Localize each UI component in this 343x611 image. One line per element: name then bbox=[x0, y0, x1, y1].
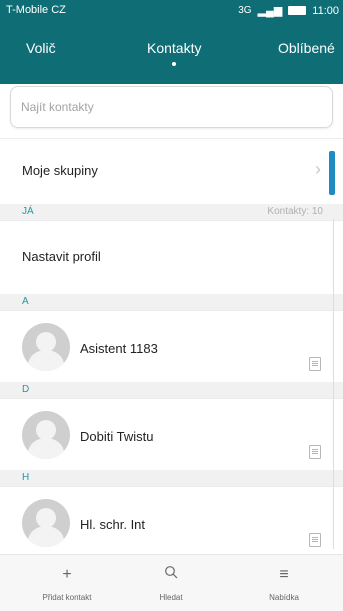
avatar-icon bbox=[22, 499, 70, 547]
sim-card-icon bbox=[309, 533, 321, 547]
section-header-h: H bbox=[0, 470, 343, 486]
search-label: Hledat bbox=[159, 593, 183, 602]
avatar-icon bbox=[22, 323, 70, 371]
my-groups-label: Moje skupiny bbox=[22, 163, 98, 178]
carrier-label: T-Mobile CZ bbox=[6, 4, 66, 16]
my-groups-row[interactable]: Moje skupiny › bbox=[0, 138, 343, 201]
contact-name: Hl. schr. Int bbox=[80, 517, 146, 532]
section-header-d: D bbox=[0, 382, 343, 398]
menu-icon: ≡ bbox=[279, 566, 289, 583]
set-profile-label: Nastavit profil bbox=[22, 249, 101, 264]
add-contact-label: Přidat kontakt bbox=[42, 593, 92, 602]
section-label-h: H bbox=[22, 472, 30, 483]
search-input[interactable] bbox=[11, 87, 331, 127]
top-tabs: Volič Kontakty Oblíbené bbox=[0, 22, 343, 84]
tab-contacts[interactable]: Kontakty bbox=[147, 40, 201, 66]
set-profile-row[interactable]: Nastavit profil bbox=[0, 220, 343, 293]
network-type: 3G bbox=[238, 5, 252, 16]
contact-name: Asistent 1183 bbox=[80, 341, 158, 356]
sim-card-icon bbox=[309, 445, 321, 459]
search-button[interactable]: Hledat bbox=[146, 565, 196, 602]
menu-button[interactable]: ≡ Nabídka bbox=[259, 565, 309, 602]
section-header-ja: JÁ Kontakty: 10 bbox=[0, 204, 343, 220]
tab-favorites[interactable]: Oblíbené bbox=[278, 40, 335, 56]
search-icon bbox=[146, 565, 196, 585]
search-box bbox=[10, 86, 333, 128]
contact-name: Dobiti Twistu bbox=[80, 429, 154, 444]
chevron-right-icon: › bbox=[315, 159, 321, 179]
alphabet-index-track[interactable] bbox=[333, 219, 334, 549]
menu-label: Nabídka bbox=[269, 593, 299, 602]
section-label-ja: JÁ bbox=[22, 206, 34, 217]
status-bar: T-Mobile CZ 3G ▂▄▆ 11:00 bbox=[0, 0, 343, 22]
contact-row[interactable]: Asistent 1183 bbox=[0, 310, 343, 383]
scroll-indicator bbox=[329, 151, 335, 195]
status-icons: 3G ▂▄▆ 11:00 bbox=[238, 4, 339, 18]
section-label-d: D bbox=[22, 384, 30, 395]
contacts-count: Kontakty: 10 bbox=[267, 206, 323, 217]
contact-row[interactable]: Hl. schr. Int bbox=[0, 486, 343, 555]
sim-card-icon bbox=[309, 357, 321, 371]
section-label-a: A bbox=[22, 296, 29, 307]
contact-row[interactable]: Dobiti Twistu bbox=[0, 398, 343, 471]
bottom-action-bar: + Přidat kontakt Hledat ≡ Nabídka bbox=[0, 554, 343, 611]
section-header-a: A bbox=[0, 294, 343, 310]
plus-icon: + bbox=[62, 566, 72, 583]
avatar-icon bbox=[22, 411, 70, 459]
battery-icon bbox=[288, 6, 307, 15]
clock: 11:00 bbox=[312, 4, 339, 17]
signal-icon: ▂▄▆ bbox=[257, 5, 283, 17]
add-contact-button[interactable]: + Přidat kontakt bbox=[32, 565, 102, 602]
tab-dialer[interactable]: Volič bbox=[26, 40, 56, 56]
